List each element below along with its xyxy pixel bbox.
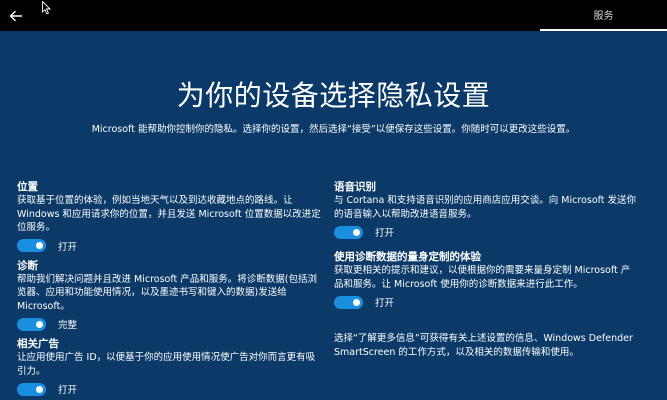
toggle-knob [353,228,360,236]
tab-services-label: 服务 [593,11,614,22]
setting-description: 帮助我们解决问题并且改进 Microsoft 产品和服务。将诊断数据(包括浏览器… [17,273,317,312]
toggle-row: 打开 [334,294,639,310]
toggle-state-label: 打开 [58,385,78,396]
setting-description: 获取基于位置的体验，例如当地天气以及到达收藏地点的路线。让 Windows 和应… [17,195,321,233]
toggle-state-label: 打开 [375,228,395,239]
setting-title: 诊断 [17,259,38,272]
setting-description: 与 Cortana 和支持语音识别的应用商店应用交谈。向 Microsoft 发… [334,195,637,220]
learn-more-note: 选择“了解更多信息”可获得有关上述设置的信息、Windows Defender … [334,333,633,358]
setting-description: 让应用使用广告 ID，以便基于你的应用使用情况使广告对你而言更有吸引力。 [17,352,316,377]
setting-description: 获取更相关的提示和建议，以便根据你的需要来量身定制 Microsoft 产品和服… [334,265,631,290]
toggle-knob [353,298,360,306]
setting-tailored-experiences: 使用诊断数据的量身定制的体验 获取更相关的提示和建议，以便根据你的需要来量身定制… [334,250,639,310]
setting-title: 使用诊断数据的量身定制的体验 [334,251,481,263]
tailored-experiences-toggle[interactable] [334,295,363,309]
setting-location: 位置 获取基于位置的体验，例如当地天气以及到达收藏地点的路线。让 Windows… [17,180,322,254]
toggle-state-label: 打开 [58,241,78,253]
toggle-knob [36,242,43,249]
toggle-row: 打开 [17,381,322,397]
toggle-row: 完整 [17,316,322,332]
location-toggle[interactable] [17,239,46,252]
setting-title: 位置 [17,181,38,193]
top-bar: 服务 [0,0,667,31]
diagnostics-toggle[interactable] [17,317,46,331]
setting-title: 相关广告 [17,338,59,350]
setting-relevant-ads: 相关广告 让应用使用广告 ID，以便基于你的应用使用情况使广告对你而言更有吸引力… [17,337,322,397]
tab-services[interactable]: 服务 [540,0,667,31]
setting-speech-recognition: 语音识别 与 Cortana 和支持语音识别的应用商店应用交谈。向 Micros… [334,180,639,240]
page-title: 为你的设备选择隐私设置 [176,79,491,112]
setting-diagnostics: 诊断 帮助我们解决问题并且改进 Microsoft 产品和服务。将诊断数据(包括… [17,259,322,333]
toggle-state-label: 打开 [375,298,395,309]
setting-title: 语音识别 [334,181,376,193]
settings-column-left: 位置 获取基于位置的体验，例如当地天气以及到达收藏地点的路线。让 Windows… [17,180,322,397]
relevant-ads-toggle[interactable] [17,382,46,396]
toggle-knob [36,385,43,393]
back-button[interactable] [0,0,32,31]
speech-recognition-toggle[interactable] [334,225,363,239]
mouse-cursor-icon [42,0,52,19]
page-subtitle: Microsoft 能帮助你控制你的隐私。选择你的设置，然后选择“接受”以便保存… [91,124,576,135]
back-arrow-icon [9,10,23,22]
toggle-knob [36,320,43,328]
toggle-row: 打开 [334,224,639,240]
settings-column-right: 语音识别 与 Cortana 和支持语音识别的应用商店应用交谈。向 Micros… [334,180,639,359]
toggle-row: 打开 [17,238,322,254]
toggle-state-label: 完整 [58,320,78,331]
